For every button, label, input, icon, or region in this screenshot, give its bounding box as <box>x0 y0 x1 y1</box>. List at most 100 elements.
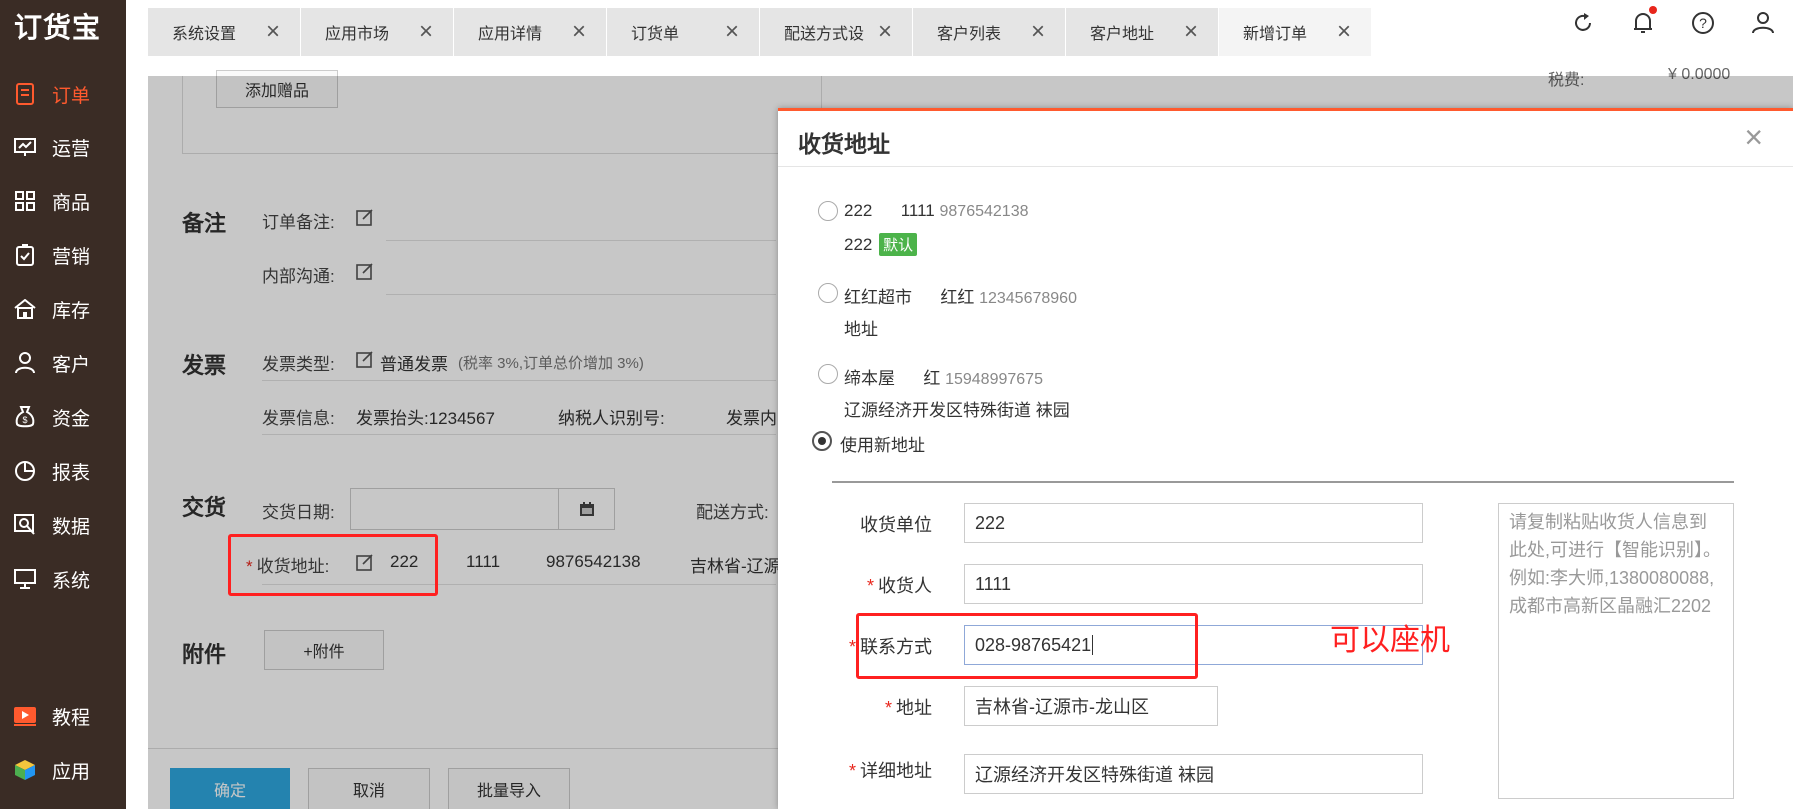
sidebar-item-orders[interactable]: 订单 <box>0 70 126 118</box>
default-badge: 默认 <box>879 233 918 256</box>
confirm-button[interactable]: 确定 <box>170 768 290 809</box>
taxpayer-id: 纳税人识别号: <box>558 409 665 428</box>
sidebar-item-report[interactable]: 报表 <box>0 447 126 495</box>
use-new-address-label[interactable]: 使用新地址 <box>840 431 925 456</box>
close-icon[interactable]: × <box>1031 20 1045 44</box>
report-icon <box>14 460 36 482</box>
tab-order-list[interactable]: 订货单 × <box>607 8 759 56</box>
sidebar-item-label: 报表 <box>52 462 91 484</box>
svg-text:?: ? <box>1699 15 1707 31</box>
invoice-head: 发票抬头:1234567 <box>356 409 495 428</box>
close-icon[interactable]: × <box>572 20 586 44</box>
order-icon <box>14 83 36 105</box>
top-icons: ? <box>1553 6 1793 38</box>
address-detail: 地址 <box>844 320 878 339</box>
add-attachment-button[interactable]: +附件 <box>264 630 384 670</box>
app-logo: 订货宝 <box>14 12 102 43</box>
delivery-title: 交货 <box>182 495 227 520</box>
sidebar: 订货宝 订单 运营 商品 营销 库存 客户 $ 资金 报表 数据 系统 教程 应… <box>0 0 126 809</box>
sidebar-item-label: 应用 <box>52 761 91 783</box>
remark-title: 备注 <box>182 211 227 236</box>
close-icon[interactable]: × <box>419 20 433 44</box>
tab-new-order[interactable]: 新增订单 × <box>1219 8 1371 56</box>
notification-dot <box>1649 6 1657 14</box>
sidebar-item-data[interactable]: 数据 <box>0 501 126 549</box>
annotation-text: 可以座机 <box>1330 624 1450 657</box>
address-option-1[interactable]: 222 1111 9876542138 <box>844 201 1028 221</box>
marketing-icon <box>14 244 36 266</box>
tab-bar: 系统设置 × 应用市场 × 应用详情 × 订货单 × 配送方式设 × 客户列表 × 客户地址… <box>148 8 1372 56</box>
address-option-2[interactable]: 红红超市 红红 12345678960 <box>844 283 1077 308</box>
region-select[interactable]: 吉林省-辽源市-龙山区 <box>964 686 1218 726</box>
tab-shipping-settings[interactable]: 配送方式设 × <box>760 8 912 56</box>
edit-icon[interactable] <box>356 208 374 231</box>
sidebar-item-marketing[interactable]: 营销 <box>0 231 126 279</box>
add-gift-button[interactable]: 添加赠品 <box>216 70 338 108</box>
sidebar-item-label: 库存 <box>52 300 91 322</box>
sidebar-item-label: 商品 <box>52 192 91 214</box>
address-region: 吉林省-辽源 <box>690 557 781 576</box>
receiver-input[interactable]: 1111 <box>964 564 1423 604</box>
sidebar-item-label: 系统 <box>52 570 91 592</box>
detail-address-label: * 详细地址 <box>848 761 932 781</box>
use-new-address-radio[interactable] <box>812 431 832 451</box>
invoice-info-label: 发票信息: <box>262 409 335 428</box>
sidebar-item-customer[interactable]: 客户 <box>0 339 126 387</box>
help-icon[interactable]: ? <box>1673 8 1733 38</box>
close-icon[interactable]: × <box>1744 119 1763 156</box>
sidebar-item-funds[interactable]: $ 资金 <box>0 393 126 441</box>
receiver-label: * 收货人 <box>866 576 932 596</box>
user-icon[interactable] <box>1733 8 1793 38</box>
sidebar-item-inventory[interactable]: 库存 <box>0 285 126 333</box>
detail-address-input[interactable]: 辽源经济开发区特殊街道 袜园 <box>964 754 1423 794</box>
close-icon[interactable]: × <box>266 20 280 44</box>
sidebar-item-system[interactable]: 系统 <box>0 555 126 603</box>
attachment-title: 附件 <box>182 642 227 667</box>
sidebar-item-operation[interactable]: 运营 <box>0 123 126 171</box>
address-modal: 收货地址 × 222 1111 9876542138 222 默认 红红超市 红… <box>778 108 1793 809</box>
region-label: * 地址 <box>884 698 932 718</box>
calendar-icon[interactable] <box>558 488 615 530</box>
order-remark-label: 订单备注: <box>262 213 335 232</box>
address-radio[interactable] <box>818 364 838 384</box>
cancel-button[interactable]: 取消 <box>308 768 430 809</box>
refresh-icon[interactable] <box>1553 8 1613 38</box>
highlight-box <box>856 613 1198 679</box>
unit-label: 收货单位 <box>860 515 932 535</box>
address-person: 1111 <box>466 552 501 571</box>
delivery-date-label: 交货日期: <box>262 503 335 522</box>
modal-title: 收货地址 <box>798 131 890 157</box>
tab-system-settings[interactable]: 系统设置 × <box>148 8 300 56</box>
edit-icon[interactable] <box>356 350 374 373</box>
unit-input[interactable]: 222 <box>964 503 1423 543</box>
tab-app-detail[interactable]: 应用详情 × <box>454 8 606 56</box>
batch-import-button[interactable]: 批量导入 <box>448 768 570 809</box>
address-radio[interactable] <box>818 283 838 303</box>
sidebar-item-label: 教程 <box>52 707 91 729</box>
sidebar-item-apps[interactable]: 应用 <box>0 746 126 794</box>
sidebar-item-tutorial[interactable]: 教程 <box>0 692 126 740</box>
apps-icon <box>14 759 36 781</box>
close-icon[interactable]: × <box>1184 20 1198 44</box>
invoice-title: 发票 <box>182 353 227 378</box>
sidebar-item-goods[interactable]: 商品 <box>0 177 126 225</box>
sidebar-item-label: 数据 <box>52 516 91 538</box>
shipping-method-label: 配送方式: <box>696 503 769 522</box>
address-radio[interactable] <box>818 201 838 221</box>
edit-icon[interactable] <box>356 262 374 285</box>
sidebar-item-label: 运营 <box>52 138 91 160</box>
address-option-3[interactable]: 缔本屋 红 15948997675 <box>844 364 1043 389</box>
sidebar-item-label: 订单 <box>52 85 91 107</box>
smart-paste-textarea[interactable]: 请复制粘贴收货人信息到此处,可进行【智能识别】。例如:李大师,138008008… <box>1498 503 1734 799</box>
tax-value: ¥ 0.0000 <box>1668 66 1731 83</box>
close-icon[interactable]: × <box>878 20 892 44</box>
tab-customer-address[interactable]: 客户地址 × <box>1066 8 1218 56</box>
tab-customer-list[interactable]: 客户列表 × <box>913 8 1065 56</box>
bell-icon[interactable] <box>1613 6 1673 38</box>
tab-app-market[interactable]: 应用市场 × <box>301 8 453 56</box>
sidebar-item-label: 资金 <box>52 408 91 430</box>
address-detail: 辽源经济开发区特殊街道 袜园 <box>844 401 1070 420</box>
close-icon[interactable]: × <box>1337 20 1351 44</box>
invoice-type-note: (税率 3%,订单总价增加 3%) <box>458 355 644 372</box>
close-icon[interactable]: × <box>725 20 739 44</box>
